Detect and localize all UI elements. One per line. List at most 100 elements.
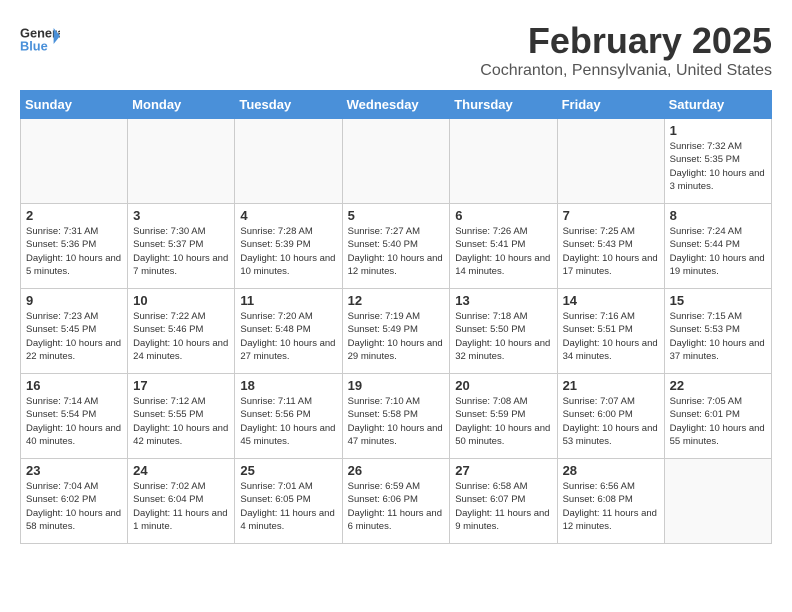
day-number: 17: [133, 378, 229, 393]
day-info: Sunrise: 6:59 AM Sunset: 6:06 PM Dayligh…: [348, 480, 445, 533]
calendar-cell: 13 Sunrise: 7:18 AM Sunset: 5:50 PM Dayli…: [450, 289, 557, 374]
weekday-header-thursday: Thursday: [450, 91, 557, 119]
calendar-cell: 23 Sunrise: 7:04 AM Sunset: 6:02 PM Dayli…: [21, 459, 128, 544]
day-number: 28: [563, 463, 659, 478]
weekday-header-sunday: Sunday: [21, 91, 128, 119]
day-info: Sunrise: 7:26 AM Sunset: 5:41 PM Dayligh…: [455, 225, 551, 278]
weekday-header-tuesday: Tuesday: [235, 91, 342, 119]
day-info: Sunrise: 7:04 AM Sunset: 6:02 PM Dayligh…: [26, 480, 122, 533]
day-info: Sunrise: 7:23 AM Sunset: 5:45 PM Dayligh…: [26, 310, 122, 363]
day-info: Sunrise: 7:24 AM Sunset: 5:44 PM Dayligh…: [670, 225, 766, 278]
calendar-cell: [235, 119, 342, 204]
day-number: 18: [240, 378, 336, 393]
day-number: 1: [670, 123, 766, 138]
day-number: 25: [240, 463, 336, 478]
day-info: Sunrise: 7:20 AM Sunset: 5:48 PM Dayligh…: [240, 310, 336, 363]
calendar-cell: [557, 119, 664, 204]
day-info: Sunrise: 7:01 AM Sunset: 6:05 PM Dayligh…: [240, 480, 336, 533]
day-info: Sunrise: 7:14 AM Sunset: 5:54 PM Dayligh…: [26, 395, 122, 448]
day-info: Sunrise: 6:58 AM Sunset: 6:07 PM Dayligh…: [455, 480, 551, 533]
day-info: Sunrise: 7:15 AM Sunset: 5:53 PM Dayligh…: [670, 310, 766, 363]
week-row-2: 2 Sunrise: 7:31 AM Sunset: 5:36 PM Daylig…: [21, 204, 772, 289]
weekday-header-monday: Monday: [128, 91, 235, 119]
day-info: Sunrise: 7:11 AM Sunset: 5:56 PM Dayligh…: [240, 395, 336, 448]
day-info: Sunrise: 7:27 AM Sunset: 5:40 PM Dayligh…: [348, 225, 445, 278]
month-title: February 2025: [480, 20, 772, 62]
calendar-cell: [128, 119, 235, 204]
day-number: 15: [670, 293, 766, 308]
calendar-cell: 24Sunrise: 7:02 AM Sunset: 6:04 PM Dayli…: [128, 459, 235, 544]
calendar-cell: 10 Sunrise: 7:22 AM Sunset: 5:46 PM Dayli…: [128, 289, 235, 374]
day-number: 3: [133, 208, 229, 223]
calendar-cell: 11 Sunrise: 7:20 AM Sunset: 5:48 PM Dayli…: [235, 289, 342, 374]
svg-text:Blue: Blue: [20, 38, 48, 53]
calendar-cell: [21, 119, 128, 204]
day-info: Sunrise: 7:19 AM Sunset: 5:49 PM Dayligh…: [348, 310, 445, 363]
weekday-header-row: SundayMondayTuesdayWednesdayThursdayFrid…: [21, 91, 772, 119]
calendar-cell: 2 Sunrise: 7:31 AM Sunset: 5:36 PM Daylig…: [21, 204, 128, 289]
weekday-header-wednesday: Wednesday: [342, 91, 450, 119]
day-number: 8: [670, 208, 766, 223]
day-info: Sunrise: 7:31 AM Sunset: 5:36 PM Dayligh…: [26, 225, 122, 278]
day-number: 7: [563, 208, 659, 223]
calendar-cell: 15 Sunrise: 7:15 AM Sunset: 5:53 PM Dayli…: [664, 289, 771, 374]
calendar-cell: 19Sunrise: 7:10 AM Sunset: 5:58 PM Dayli…: [342, 374, 450, 459]
day-number: 22: [670, 378, 766, 393]
calendar-cell: 8 Sunrise: 7:24 AM Sunset: 5:44 PM Daylig…: [664, 204, 771, 289]
calendar-cell: 6 Sunrise: 7:26 AM Sunset: 5:41 PM Daylig…: [450, 204, 557, 289]
day-number: 23: [26, 463, 122, 478]
calendar-cell: 22 Sunrise: 7:05 AM Sunset: 6:01 PM Dayli…: [664, 374, 771, 459]
day-info: Sunrise: 7:05 AM Sunset: 6:01 PM Dayligh…: [670, 395, 766, 448]
day-number: 5: [348, 208, 445, 223]
day-number: 9: [26, 293, 122, 308]
calendar-cell: [342, 119, 450, 204]
page-header: General Blue February 2025 Cochranton, P…: [20, 20, 772, 80]
title-block: February 2025 Cochranton, Pennsylvania, …: [480, 20, 772, 80]
day-info: Sunrise: 7:28 AM Sunset: 5:39 PM Dayligh…: [240, 225, 336, 278]
day-info: Sunrise: 7:18 AM Sunset: 5:50 PM Dayligh…: [455, 310, 551, 363]
day-number: 10: [133, 293, 229, 308]
week-row-4: 16 Sunrise: 7:14 AM Sunset: 5:54 PM Dayli…: [21, 374, 772, 459]
calendar-cell: [664, 459, 771, 544]
calendar-cell: 5 Sunrise: 7:27 AM Sunset: 5:40 PM Daylig…: [342, 204, 450, 289]
day-info: Sunrise: 7:12 AM Sunset: 5:55 PM Dayligh…: [133, 395, 229, 448]
day-info: Sunrise: 7:32 AM Sunset: 5:35 PM Dayligh…: [670, 140, 766, 193]
location: Cochranton, Pennsylvania, United States: [480, 62, 772, 80]
day-number: 27: [455, 463, 551, 478]
calendar-cell: 7 Sunrise: 7:25 AM Sunset: 5:43 PM Daylig…: [557, 204, 664, 289]
calendar-cell: 18 Sunrise: 7:11 AM Sunset: 5:56 PM Dayli…: [235, 374, 342, 459]
day-number: 13: [455, 293, 551, 308]
day-number: 11: [240, 293, 336, 308]
weekday-header-saturday: Saturday: [664, 91, 771, 119]
day-info: Sunrise: 7:25 AM Sunset: 5:43 PM Dayligh…: [563, 225, 659, 278]
calendar-cell: 16 Sunrise: 7:14 AM Sunset: 5:54 PM Dayli…: [21, 374, 128, 459]
week-row-3: 9 Sunrise: 7:23 AM Sunset: 5:45 PM Daylig…: [21, 289, 772, 374]
day-number: 6: [455, 208, 551, 223]
day-info: Sunrise: 7:16 AM Sunset: 5:51 PM Dayligh…: [563, 310, 659, 363]
day-info: Sunrise: 7:07 AM Sunset: 6:00 PM Dayligh…: [563, 395, 659, 448]
calendar-table: SundayMondayTuesdayWednesdayThursdayFrid…: [20, 90, 772, 544]
day-info: Sunrise: 7:02 AM Sunset: 6:04 PM Dayligh…: [133, 480, 229, 533]
day-info: Sunrise: 7:22 AM Sunset: 5:46 PM Dayligh…: [133, 310, 229, 363]
day-info: Sunrise: 7:08 AM Sunset: 5:59 PM Dayligh…: [455, 395, 551, 448]
day-number: 16: [26, 378, 122, 393]
calendar-cell: [450, 119, 557, 204]
calendar-cell: 4 Sunrise: 7:28 AM Sunset: 5:39 PM Daylig…: [235, 204, 342, 289]
calendar-cell: 21 Sunrise: 7:07 AM Sunset: 6:00 PM Dayli…: [557, 374, 664, 459]
day-number: 20: [455, 378, 551, 393]
logo-icon: General Blue: [20, 20, 60, 60]
day-info: Sunrise: 7:10 AM Sunset: 5:58 PM Dayligh…: [348, 395, 445, 448]
calendar-cell: 25 Sunrise: 7:01 AM Sunset: 6:05 PM Dayli…: [235, 459, 342, 544]
logo: General Blue: [20, 20, 65, 60]
calendar-cell: 28Sunrise: 6:56 AM Sunset: 6:08 PM Dayli…: [557, 459, 664, 544]
week-row-1: 1 Sunrise: 7:32 AM Sunset: 5:35 PM Daylig…: [21, 119, 772, 204]
day-info: Sunrise: 7:30 AM Sunset: 5:37 PM Dayligh…: [133, 225, 229, 278]
calendar-cell: 3 Sunrise: 7:30 AM Sunset: 5:37 PM Daylig…: [128, 204, 235, 289]
day-number: 21: [563, 378, 659, 393]
day-number: 4: [240, 208, 336, 223]
day-number: 2: [26, 208, 122, 223]
calendar-cell: 27 Sunrise: 6:58 AM Sunset: 6:07 PM Dayli…: [450, 459, 557, 544]
weekday-header-friday: Friday: [557, 91, 664, 119]
calendar-cell: 1 Sunrise: 7:32 AM Sunset: 5:35 PM Daylig…: [664, 119, 771, 204]
calendar-cell: 12Sunrise: 7:19 AM Sunset: 5:49 PM Dayli…: [342, 289, 450, 374]
